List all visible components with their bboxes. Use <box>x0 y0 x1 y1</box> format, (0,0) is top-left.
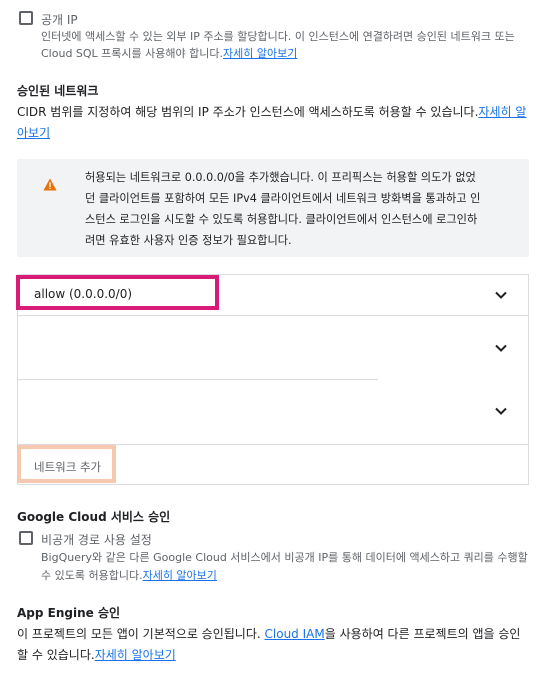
google-cloud-auth-title: Google Cloud 서비스 승인 <box>17 510 171 524</box>
allow-network-highlight <box>16 275 219 310</box>
add-network-highlight <box>17 445 116 483</box>
public-ip-learn-more-link[interactable]: 자세히 알아보기 <box>223 47 297 60</box>
private-path-label: 비공개 경로 사용 설정 <box>41 533 152 547</box>
private-path-description: BigQuery와 같은 다른 Google Cloud 서비스에서 비공개 I… <box>41 549 536 585</box>
public-ip-label: 공개 IP <box>41 13 78 27</box>
private-path-checkbox[interactable] <box>19 531 33 545</box>
warning-text: 허용되는 네트워크로 0.0.0.0/0을 추가했습니다. 이 프리픽스는 허용… <box>85 167 525 251</box>
network-row-3[interactable] <box>18 380 528 444</box>
app-engine-desc-a: 이 프로젝트의 모든 앱이 기본적으로 승인됩니다. <box>17 627 265 641</box>
public-ip-desc-line1: 인터넷에 액세스할 수 있는 외부 IP 주소를 할당합니다. 이 인스턴스에 … <box>41 30 515 43</box>
authorized-networks-title: 승인된 네트워크 <box>17 84 99 98</box>
public-ip-desc-line2: Cloud SQL 프록시를 사용해야 합니다. <box>41 47 223 60</box>
authorized-networks-desc-line1: CIDR 범위를 지정하여 해당 범위의 IP 주소가 인스턴스에 액세스하도록… <box>17 105 479 119</box>
app-engine-desc-line2: 할 수 있습니다. <box>17 648 95 662</box>
warning-icon <box>43 178 57 191</box>
app-engine-desc-b: 을 사용하여 다른 프로젝트의 앱을 승인 <box>324 627 521 641</box>
warning-banner: 허용되는 네트워크로 0.0.0.0/0을 추가했습니다. 이 프리픽스는 허용… <box>17 159 529 257</box>
warning-line2: 던 클라이언트를 포함하여 모든 IPv4 클라이언트에서 네트워크 방화벽을 … <box>85 192 481 205</box>
network-row-2[interactable] <box>18 316 528 379</box>
chevron-down-icon[interactable] <box>494 288 508 302</box>
authorized-networks-learn-more-link-cont[interactable]: 아보기 <box>17 126 50 140</box>
public-ip-description: 인터넷에 액세스할 수 있는 외부 IP 주소를 할당합니다. 이 인스턴스에 … <box>41 28 536 62</box>
private-path-learn-more-link[interactable]: 자세히 알아보기 <box>143 569 217 582</box>
private-path-desc-line2: 수 있도록 허용합니다. <box>41 569 143 582</box>
authorized-networks-description: CIDR 범위를 지정하여 해당 범위의 IP 주소가 인스턴스에 액세스하도록… <box>17 102 532 144</box>
private-path-desc-line1: BigQuery와 같은 다른 Google Cloud 서비스에서 비공개 I… <box>41 551 528 564</box>
chevron-down-icon[interactable] <box>494 341 508 355</box>
cloud-iam-link[interactable]: Cloud IAM <box>265 627 325 641</box>
app-engine-auth-title: App Engine 승인 <box>17 606 121 620</box>
app-engine-description: 이 프로젝트의 모든 앱이 기본적으로 승인됩니다. Cloud IAM을 사용… <box>17 624 537 666</box>
warning-line3: 스턴스 로그인을 시도할 수 있도록 허용합니다. 클라이언트에서 인스턴스에 … <box>85 213 478 226</box>
chevron-down-icon[interactable] <box>494 404 508 418</box>
warning-line4: 려면 유효한 사용자 인증 정보가 필요합니다. <box>85 234 292 247</box>
authorized-networks-learn-more-link[interactable]: 자세히 알 <box>478 105 526 119</box>
public-ip-checkbox[interactable] <box>19 11 33 25</box>
warning-line1: 허용되는 네트워크로 0.0.0.0/0을 추가했습니다. 이 프리픽스는 허용… <box>85 171 476 184</box>
app-engine-learn-more-link[interactable]: 자세히 알아보기 <box>95 648 176 662</box>
